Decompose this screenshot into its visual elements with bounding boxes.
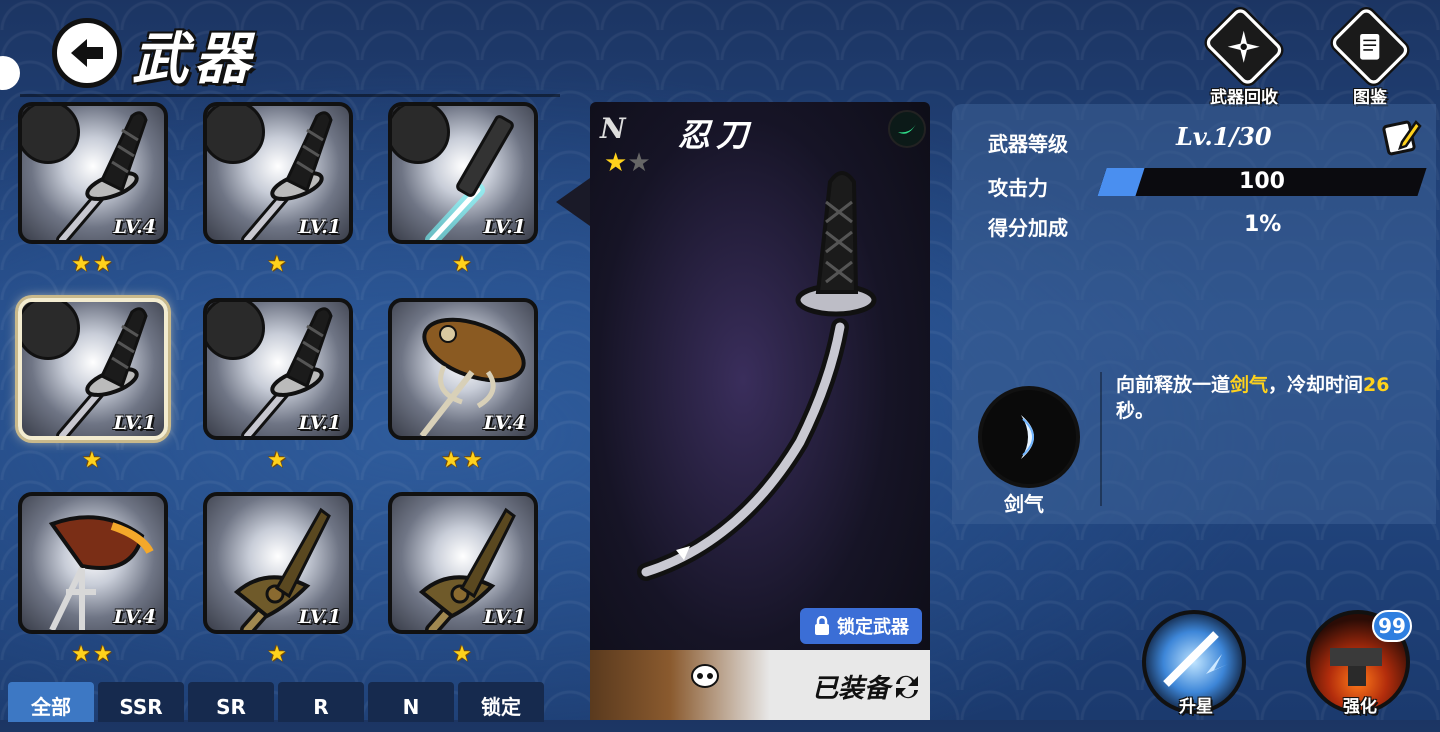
- tab-locked[interactable]: 锁定: [458, 682, 544, 722]
- weapon-slot: LV.4 ★★: [18, 492, 168, 667]
- collection-icon-frame: [1329, 6, 1411, 87]
- weapon-slot: LV.1 ★: [388, 492, 538, 667]
- weapon-slot: LV.1 ★: [203, 102, 353, 277]
- attack-label: 攻击力: [988, 176, 1048, 200]
- weapon-level-badge: LV.1: [298, 412, 341, 434]
- edit-note-icon[interactable]: [1382, 116, 1422, 156]
- lock-weapon-label: 锁定武器: [837, 617, 909, 638]
- detail-pointer: [556, 178, 590, 226]
- tab-n[interactable]: N: [368, 682, 454, 722]
- weapon-level-label: 武器等级: [988, 132, 1068, 156]
- equipped-label: 已装备: [812, 674, 891, 704]
- weapon-stars: ★: [267, 252, 289, 277]
- tab-all[interactable]: 全部: [8, 682, 94, 722]
- weapon-card[interactable]: LV.1: [18, 298, 168, 440]
- rarity-label: N: [600, 112, 626, 145]
- weapon-stats-panel: 武器等级 Lv.1/30 攻击力 100 得分加成 1%: [952, 104, 1436, 366]
- skill-desc-text: 秒。: [1116, 400, 1155, 422]
- weapon-slot: LV.1 ★: [18, 298, 168, 473]
- recycle-icon-frame: [1203, 6, 1285, 87]
- weapon-slot: LV.1 ★: [388, 102, 538, 277]
- weapon-card[interactable]: LV.4: [18, 102, 168, 244]
- weapon-stars: ★: [267, 448, 289, 473]
- weapon-card[interactable]: LV.1: [203, 492, 353, 634]
- attack-value: 100: [1239, 169, 1285, 194]
- skill-desc-highlight: 剑气: [1230, 374, 1269, 396]
- score-bonus-label: 得分加成: [988, 216, 1068, 240]
- header-divider: [20, 94, 560, 97]
- weapon-recycle-button[interactable]: 武器回收: [1196, 6, 1292, 108]
- filter-tabs: 全部 SSR SR R N 锁定: [8, 682, 544, 722]
- enhance-count-badge: 99: [1372, 610, 1412, 642]
- weapon-detail-panel: N 忍刀 ★★ 锁定武器 已装备: [590, 102, 930, 720]
- weapon-stars: ★★: [71, 252, 115, 277]
- score-bonus-value: 1%: [1244, 212, 1282, 237]
- weapon-slot: LV.4 ★★: [18, 102, 168, 277]
- page-title: 武器: [132, 26, 256, 92]
- weapon-stars: ★: [82, 448, 104, 473]
- arrow-left-icon: [71, 39, 103, 67]
- attack-bar: 100: [1097, 168, 1427, 196]
- side-handle[interactable]: [0, 56, 20, 90]
- back-button[interactable]: [52, 18, 122, 88]
- skill-panel: 剑气 向前释放一道剑气，冷却时间26秒。: [952, 366, 1436, 524]
- enhance-label: 强化: [1343, 697, 1377, 717]
- sword-aura-skill-icon[interactable]: [978, 386, 1080, 488]
- tab-ssr[interactable]: SSR: [98, 682, 184, 722]
- weapon-card[interactable]: LV.1: [203, 298, 353, 440]
- scroll-icon: [1360, 33, 1380, 60]
- lock-weapon-button[interactable]: 锁定武器: [800, 608, 922, 644]
- weapon-level-value: Lv.1/30: [1176, 122, 1272, 151]
- skill-name: 剑气: [1004, 492, 1044, 516]
- star-up-button[interactable]: 升星: [1142, 610, 1250, 718]
- swap-icon[interactable]: [890, 670, 924, 704]
- weapon-slot: LV.1 ★: [203, 492, 353, 667]
- weapon-stars: ★★: [71, 642, 115, 667]
- weapon-level-badge: LV.1: [483, 606, 526, 628]
- weapon-card[interactable]: LV.1: [203, 102, 353, 244]
- skill-divider: [1100, 372, 1102, 506]
- weapon-level-badge: LV.4: [113, 216, 156, 238]
- weapon-slot: LV.1 ★: [203, 298, 353, 473]
- weapon-level-badge: LV.1: [113, 412, 156, 434]
- collection-button[interactable]: 图鉴: [1322, 6, 1418, 108]
- skill-description: 向前释放一道剑气，冷却时间26 秒。: [1116, 372, 1426, 424]
- enhance-button[interactable]: 99 强化: [1306, 610, 1414, 718]
- weapon-stars: ★: [452, 252, 474, 277]
- lock-icon: [815, 616, 829, 635]
- weapon-level-badge: LV.1: [298, 216, 341, 238]
- shuriken-recycle-icon: [1228, 30, 1260, 63]
- skull-icon: [691, 664, 719, 688]
- weapon-card[interactable]: LV.4: [388, 298, 538, 440]
- weapon-stars: ★: [267, 642, 289, 667]
- tab-sr[interactable]: SR: [188, 682, 274, 722]
- tab-r[interactable]: R: [278, 682, 364, 722]
- weapon-level-badge: LV.4: [483, 412, 526, 434]
- skill-desc-text: 向前释放一道: [1116, 374, 1231, 396]
- weapon-stars: ★★: [441, 448, 485, 473]
- katana-large-icon: [637, 171, 877, 581]
- weapon-card[interactable]: LV.4: [18, 492, 168, 634]
- skill-desc-highlight: 26: [1363, 374, 1390, 396]
- skill-desc-text: ，冷却时间: [1268, 374, 1364, 396]
- weapon-slot: LV.4 ★★: [388, 298, 538, 473]
- equipped-character-bar: 已装备: [590, 650, 930, 720]
- star-up-label: 升星: [1179, 697, 1213, 717]
- weapon-card[interactable]: LV.1: [388, 492, 538, 634]
- weapon-level-badge: LV.1: [483, 216, 526, 238]
- weapon-level-badge: LV.1: [298, 606, 341, 628]
- weapon-stars: ★: [452, 642, 474, 667]
- weapon-level-badge: LV.4: [113, 606, 156, 628]
- weapon-card[interactable]: LV.1: [388, 102, 538, 244]
